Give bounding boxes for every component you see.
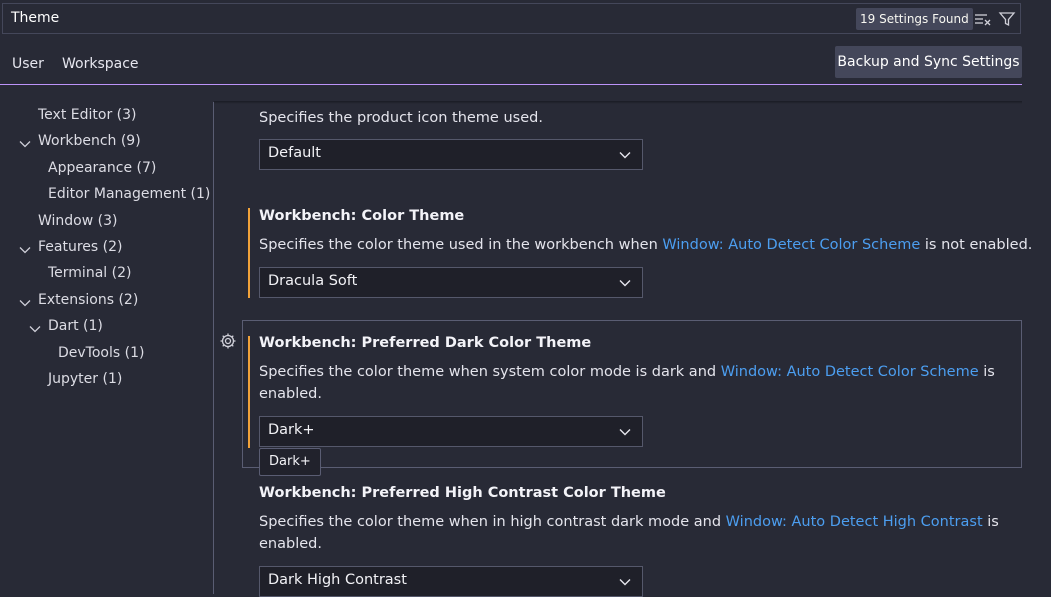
settings-search-input[interactable]: Theme 19 Settings Found — [2, 3, 1021, 34]
chevron-down-icon[interactable] — [18, 295, 32, 309]
tab-workspace[interactable]: Workspace — [62, 56, 139, 72]
toc-item-editor-management[interactable]: Editor Management (1) — [48, 186, 210, 202]
header-shadow — [214, 101, 1022, 104]
toc-item-terminal[interactable]: Terminal (2) — [48, 265, 131, 281]
toc-item-workbench[interactable]: Workbench (9) — [38, 133, 141, 149]
auto-detect-color-scheme-link[interactable]: Window: Auto Detect Color Scheme — [662, 237, 920, 253]
setting-description: Specifies the color theme used in the wo… — [259, 237, 1033, 253]
product-icon-theme-dropdown[interactable]: Default — [259, 139, 643, 170]
setting-title: Workbench: Preferred Dark Color Theme — [259, 335, 592, 351]
toc-item-devtools[interactable]: DevTools (1) — [58, 345, 144, 361]
auto-detect-high-contrast-link[interactable]: Window: Auto Detect High Contrast — [726, 514, 983, 530]
toc-item-appearance[interactable]: Appearance (7) — [48, 160, 156, 176]
settings-count-badge: 19 Settings Found — [856, 8, 973, 30]
preferred-high-contrast-dropdown[interactable]: Dark High Contrast — [259, 566, 643, 597]
setting-description: Specifies the color theme when in high c… — [259, 514, 999, 530]
toc-item-text-editor[interactable]: Text Editor (3) — [38, 107, 136, 123]
chevron-down-icon — [619, 280, 631, 287]
modified-indicator — [248, 208, 250, 298]
chevron-down-icon[interactable] — [18, 136, 32, 150]
dropdown-value: Dark High Contrast — [268, 572, 407, 588]
preferred-dark-theme-dropdown[interactable]: Dark+ — [259, 416, 643, 447]
filter-icon[interactable] — [997, 9, 1017, 29]
toc-item-window[interactable]: Window (3) — [38, 213, 117, 229]
setting-description: Specifies the color theme when system co… — [259, 364, 995, 380]
toc-item-features[interactable]: Features (2) — [38, 239, 122, 255]
setting-description-line2: enabled. — [259, 386, 322, 402]
dropdown-value: Dark+ — [268, 422, 315, 438]
chevron-down-icon — [619, 579, 631, 586]
modified-indicator — [248, 336, 250, 448]
chevron-down-icon — [619, 429, 631, 436]
toc-item-dart[interactable]: Dart (1) — [48, 318, 103, 334]
color-theme-dropdown[interactable]: Dracula Soft — [259, 267, 643, 298]
backup-sync-button[interactable]: Backup and Sync Settings — [835, 46, 1022, 78]
setting-description: Specifies the product icon theme used. — [259, 110, 543, 126]
setting-title: Workbench: Color Theme — [259, 208, 465, 224]
setting-title: Workbench: Preferred High Contrast Color… — [259, 485, 666, 501]
chevron-down-icon[interactable] — [18, 242, 32, 256]
dropdown-hover-tooltip: Dark+ — [259, 448, 321, 476]
chevron-down-icon[interactable] — [28, 321, 42, 335]
toc-item-extensions[interactable]: Extensions (2) — [38, 292, 138, 308]
toc-divider — [213, 102, 214, 594]
search-query-text: Theme — [11, 10, 60, 26]
clear-filter-icon[interactable] — [972, 9, 992, 29]
chevron-down-icon — [619, 152, 631, 159]
tab-user[interactable]: User — [12, 56, 44, 72]
tabs-underline — [0, 84, 1022, 85]
toc-item-jupyter[interactable]: Jupyter (1) — [48, 371, 122, 387]
auto-detect-color-scheme-link[interactable]: Window: Auto Detect Color Scheme — [721, 364, 979, 380]
gear-icon[interactable] — [219, 332, 237, 350]
setting-description-line2: enabled. — [259, 536, 322, 552]
dropdown-value: Dracula Soft — [268, 273, 358, 289]
dropdown-value: Default — [268, 145, 321, 161]
